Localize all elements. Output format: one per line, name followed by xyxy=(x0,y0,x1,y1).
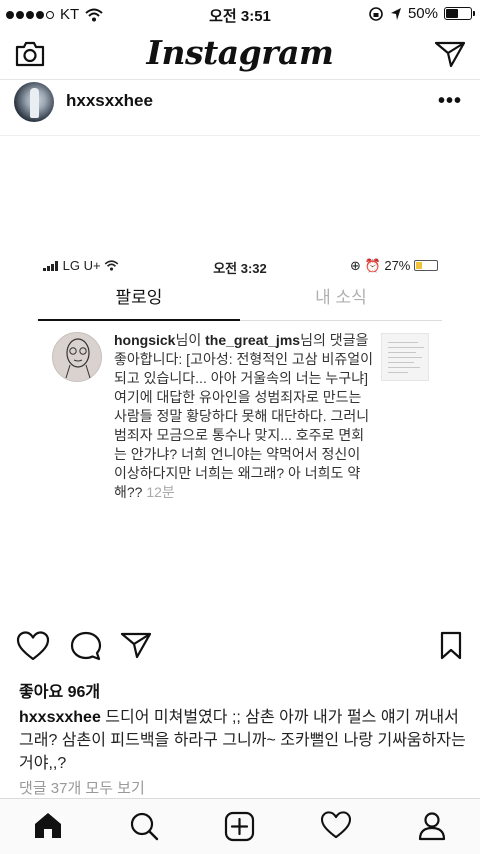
embedded-battery-percent: 27% xyxy=(384,258,411,273)
post-header: hxxsxxhee ••• xyxy=(0,80,480,136)
embedded-status-bar: LG U+ 오전 3:32 ⊕ ⏰ 27% xyxy=(38,255,442,277)
post-image[interactable]: LG U+ 오전 3:32 ⊕ ⏰ 27% 팔로잉 내 소식 hongsick님… xyxy=(0,137,480,617)
avatar[interactable] xyxy=(14,82,54,122)
rotation-lock-icon: ⊕ xyxy=(350,258,361,273)
share-icon[interactable] xyxy=(120,631,152,659)
more-options-icon[interactable]: ••• xyxy=(438,90,462,113)
sketch-face-icon xyxy=(65,338,91,379)
comment-icon[interactable] xyxy=(70,631,102,661)
rotation-lock-icon xyxy=(369,6,383,21)
embedded-status-right: ⊕ ⏰ 27% xyxy=(350,258,438,274)
battery-icon xyxy=(444,7,475,20)
heart-icon[interactable] xyxy=(16,631,50,661)
app-header: Instagram xyxy=(0,28,480,80)
direct-send-icon[interactable] xyxy=(434,40,466,68)
add-post-icon[interactable] xyxy=(224,811,255,842)
caption-username[interactable]: hxxsxxhee xyxy=(19,709,101,726)
alarm-icon: ⏰ xyxy=(364,258,381,273)
bookmark-icon[interactable] xyxy=(440,631,462,661)
view-all-comments-link[interactable]: 댓글 37개 모두 보기 xyxy=(19,777,145,798)
battery-icon xyxy=(414,260,438,271)
likes-count[interactable]: 좋아요 96개 xyxy=(19,678,100,702)
post-actions xyxy=(0,626,480,666)
battery-percent: 50% xyxy=(407,5,438,22)
tab-following: 팔로잉 xyxy=(38,279,240,321)
post-username[interactable]: hxxsxxhee xyxy=(66,91,153,111)
activity-heart-icon[interactable] xyxy=(320,811,352,839)
status-right: 50% xyxy=(368,5,475,22)
search-icon[interactable] xyxy=(129,811,159,841)
app-logo: Instagram xyxy=(146,33,334,72)
profile-icon[interactable] xyxy=(417,811,447,841)
tab-you: 내 소식 xyxy=(315,288,367,307)
notification-thumbnail xyxy=(381,333,429,381)
notification-avatar xyxy=(52,332,102,382)
home-icon[interactable] xyxy=(33,811,63,839)
embedded-tabs: 팔로잉 내 소식 xyxy=(38,279,442,321)
location-icon xyxy=(390,7,401,20)
notification-text: hongsick님이 the_great_jms님의 댓글을 좋아합니다: [고… xyxy=(114,332,374,500)
post-caption: hxxsxxhee 드디어 미쳐벌였다 ;; 삼촌 아까 내가 펄스 얘기 꺼내… xyxy=(19,706,469,775)
bottom-tab-bar xyxy=(0,798,480,854)
status-bar: KT 오전 3:51 50% xyxy=(0,0,480,28)
